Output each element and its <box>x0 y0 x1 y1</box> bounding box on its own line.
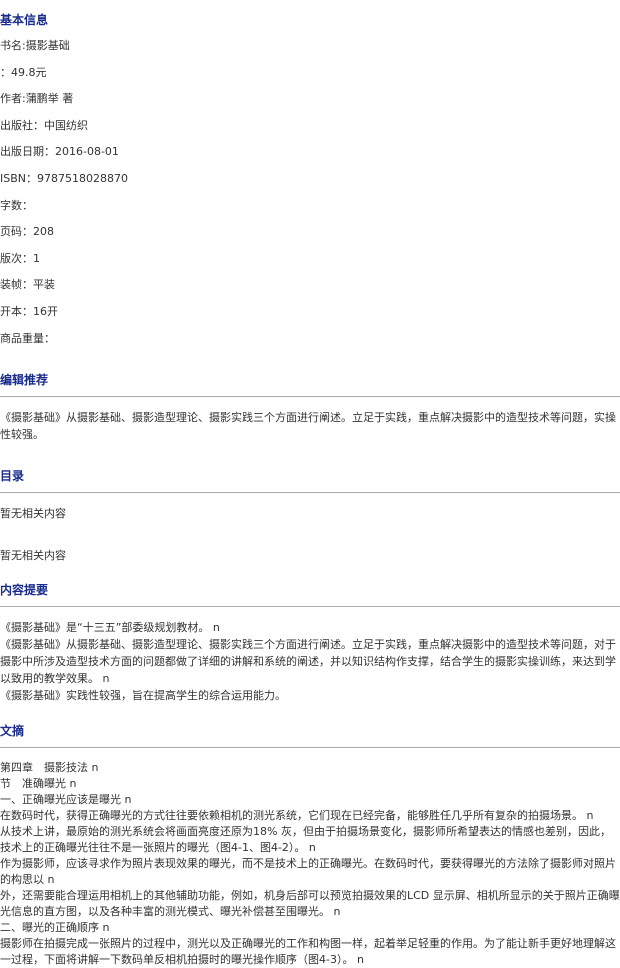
basic-info-section: 基本信息 <box>0 12 620 28</box>
basic-info-fields: 书名:摄影基础 ：49.8元作者:蒲鹏举 著出版社：中国纺织出版日期：2016-0… <box>0 38 620 347</box>
info-field: 字数： <box>0 198 33 212</box>
toc-title: 目录 <box>0 469 25 483</box>
toc-empty-text-2: 暂无相关内容 <box>0 549 66 562</box>
info-field: 页码：208 <box>0 225 54 239</box>
excerpt-paragraph: 一、正确曝光应该是曝光 n <box>0 793 132 806</box>
section-divider <box>0 492 620 493</box>
info-field: 商品重量： <box>0 331 55 345</box>
excerpt-paragraph: 作为摄影师，应该寻求作为照片表现效果的曝光，而不是技术上的正确曝光。在数码时代，… <box>0 857 616 886</box>
info-field: 版次：1 <box>0 251 40 265</box>
editor-recommend-title: 编辑推荐 <box>0 373 49 387</box>
info-field: 出版日期：2016-08-01 <box>0 145 119 159</box>
info-field: 出版社：中国纺织 <box>0 118 88 132</box>
section-divider <box>0 747 620 748</box>
info-field: ：49.8元 <box>0 65 47 79</box>
summary-title: 内容提要 <box>0 583 49 597</box>
excerpt-paragraph: 摄影师在拍摄完成一张照片的过程中，测光以及正确曝光的工作和构图一样，起着举足轻重… <box>0 937 616 966</box>
toc-empty-text: 暂无相关内容 <box>0 507 66 520</box>
summary-paragraph: 《摄影基础》实践性较强，旨在提高学生的综合运用能力。 <box>0 689 286 702</box>
excerpt-paragraph: 在数码时代，获得正确曝光的方式往往要依赖相机的测光系统，它们现在已经完备，能够胜… <box>0 809 594 822</box>
info-field: 书名:摄影基础 <box>0 39 70 52</box>
excerpt-paragraph: 二、曝光的正确顺序 n <box>0 921 110 934</box>
toc-section: 目录 暂无相关内容 暂无相关内容 <box>0 468 620 564</box>
basic-info-title: 基本信息 <box>0 13 49 27</box>
excerpt-title: 文摘 <box>0 724 25 738</box>
summary-text: 《摄影基础》是“十三五”部委级规划教材。 n 《摄影基础》从摄影基础、摄影造型理论… <box>0 619 620 704</box>
excerpt-paragraph: 第四章 摄影技法 n <box>0 761 99 774</box>
excerpt-section: 文摘 第四章 摄影技法 n 节 准确曝光 n 一、正确曝光应该是曝光 n 在数码时代，… <box>0 723 620 968</box>
excerpt-paragraph: 从技术上讲，最原始的测光系统会将画面亮度还原为18% 灰，但由于拍摄场景变化，摄… <box>0 825 611 854</box>
excerpt-paragraph: 节 准确曝光 n <box>0 777 77 790</box>
section-divider <box>0 396 620 397</box>
summary-paragraph: 《摄影基础》从摄影基础、摄影造型理论、摄影实践三个方面进行阐述。立足于实践，重点… <box>0 638 616 685</box>
info-field: 装帧：平装 <box>0 278 55 292</box>
summary-paragraph: 《摄影基础》是“十三五”部委级规划教材。 n <box>0 621 220 634</box>
editor-recommend-text: 《摄影基础》从摄影基础、摄影造型理论、摄影实践三个方面进行阐述。立足于实践，重点… <box>0 411 616 441</box>
info-field: ISBN：9787518028870 <box>0 171 128 185</box>
info-field: 开本：16开 <box>0 304 58 318</box>
section-divider <box>0 606 620 607</box>
excerpt-paragraph: 外，还需要能合理运用相机上的其他辅助功能，例如，机身后部可以预览拍摄效果的LCD… <box>0 889 620 918</box>
editor-recommend-section: 编辑推荐 《摄影基础》从摄影基础、摄影造型理论、摄影实践三个方面进行阐述。立足于… <box>0 372 620 443</box>
excerpt-text: 第四章 摄影技法 n 节 准确曝光 n 一、正确曝光应该是曝光 n 在数码时代，获得正… <box>0 760 620 968</box>
info-field: 作者:蒲鹏举 著 <box>0 92 74 106</box>
summary-section: 内容提要 《摄影基础》是“十三五”部委级规划教材。 n 《摄影基础》从摄影基础、摄… <box>0 582 620 704</box>
